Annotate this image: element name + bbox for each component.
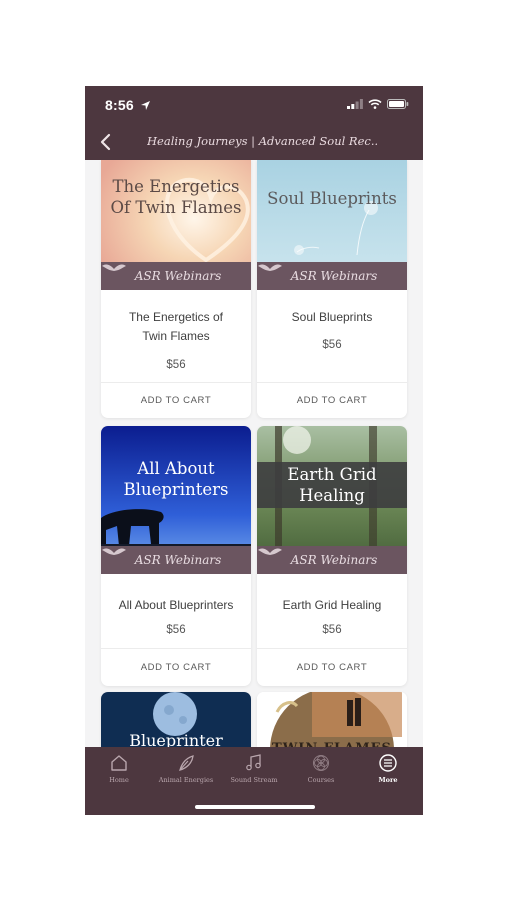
phone-screen: 8:56 Healing Journeys | Advanced Soul Re… xyxy=(85,86,423,815)
image-title-line-1: The Energetics xyxy=(112,177,240,196)
image-title-line-1: Blueprinter xyxy=(129,731,223,747)
product-name: All About Blueprinters xyxy=(118,598,234,612)
product-card-twin-flames[interactable]: TWIN FLAMES xyxy=(257,692,407,747)
product-price: $56 xyxy=(322,624,342,636)
card-divider xyxy=(101,382,251,383)
battery-icon xyxy=(387,99,409,109)
webinar-brand: ASR Webinars xyxy=(290,269,378,283)
status-bar: 8:56 xyxy=(85,86,423,124)
tab-sound-stream[interactable]: Sound Stream xyxy=(221,753,287,784)
tab-animal-energies[interactable]: Animal Energies xyxy=(153,753,219,784)
tab-label: Sound Stream xyxy=(230,776,278,784)
back-chevron-icon[interactable] xyxy=(97,132,117,152)
tab-label: Animal Energies xyxy=(158,776,214,784)
home-indicator[interactable] xyxy=(195,805,315,809)
more-icon xyxy=(379,754,397,772)
tab-courses[interactable]: Courses xyxy=(288,753,354,784)
image-title-line-2: Of Twin Flames xyxy=(110,198,242,217)
webinar-banner: ASR Webinars xyxy=(101,546,251,574)
product-name: Soul Blueprints xyxy=(291,310,373,324)
webinar-banner: ASR Webinars xyxy=(101,262,251,290)
image-title-line-2: Healing xyxy=(299,486,365,505)
webinar-banner: ASR Webinars xyxy=(257,262,407,290)
wifi-icon xyxy=(368,99,382,109)
status-time: 8:56 xyxy=(105,97,134,113)
card-divider xyxy=(101,648,251,649)
product-image: The Energetics Of Twin Flames ASR Webina… xyxy=(101,160,251,290)
image-title-line-1: TWIN FLAMES xyxy=(257,738,407,747)
tab-bar: Home Animal Energies Sound Stream Course… xyxy=(85,747,423,815)
mandala-icon xyxy=(313,755,329,771)
status-indicators xyxy=(347,99,409,109)
product-name: Earth Grid Healing xyxy=(282,598,382,612)
webinar-brand: ASR Webinars xyxy=(134,269,222,283)
card-divider xyxy=(257,648,407,649)
add-to-cart-button[interactable]: ADD TO CART xyxy=(257,395,407,406)
image-title-line-1: Earth Grid xyxy=(287,465,377,484)
home-icon xyxy=(111,755,127,771)
image-title-line-2: Blueprinters xyxy=(123,480,229,499)
signal-icon xyxy=(347,99,363,109)
card-divider xyxy=(257,382,407,383)
location-arrow-icon xyxy=(140,98,151,116)
page-title: Healing Journeys | Advanced Soul Rec... xyxy=(147,134,377,148)
product-card-energetics-twin-flames[interactable]: The Energetics Of Twin Flames ASR Webina… xyxy=(101,160,251,418)
image-title-line-1: All About xyxy=(137,459,215,478)
product-image: TWIN FLAMES xyxy=(257,692,407,747)
tab-label: Home xyxy=(109,776,129,784)
navigation-bar: Healing Journeys | Advanced Soul Rec... xyxy=(85,124,423,160)
webinar-banner: ASR Webinars xyxy=(257,546,407,574)
feather-icon xyxy=(179,755,194,771)
add-to-cart-button[interactable]: ADD TO CART xyxy=(257,662,407,673)
add-to-cart-button[interactable]: ADD TO CART xyxy=(101,395,251,406)
product-image: All About Blueprinters ASR Webinars xyxy=(101,426,251,574)
image-title-line-1: Soul Blueprints xyxy=(267,189,397,208)
product-card-all-about-blueprinters[interactable]: All About Blueprinters ASR Webinars All … xyxy=(101,426,251,686)
product-image: Soul Blueprints ASR Webinars xyxy=(257,160,407,290)
product-grid: The Energetics Of Twin Flames ASR Webina… xyxy=(85,160,423,747)
tab-label: Courses xyxy=(307,776,335,784)
product-image: Earth Grid Healing ASR Webinars xyxy=(257,426,407,574)
webinar-brand: ASR Webinars xyxy=(290,553,378,567)
webinar-brand: ASR Webinars xyxy=(134,553,222,567)
music-note-icon xyxy=(246,754,261,771)
product-image: Blueprinter xyxy=(101,692,251,747)
product-card-earth-grid-healing[interactable]: Earth Grid Healing ASR Webinars Earth Gr… xyxy=(257,426,407,686)
product-price: $56 xyxy=(166,624,186,636)
tab-label: More xyxy=(378,776,398,784)
add-to-cart-button[interactable]: ADD TO CART xyxy=(101,662,251,673)
tab-home[interactable]: Home xyxy=(86,753,152,784)
product-price: $56 xyxy=(166,359,186,371)
product-card-soul-blueprints[interactable]: Soul Blueprints ASR Webinars Soul Bluepr… xyxy=(257,160,407,418)
tab-more[interactable]: More xyxy=(355,753,421,784)
product-card-blueprinter[interactable]: Blueprinter xyxy=(101,692,251,747)
product-price: $56 xyxy=(322,339,342,351)
product-name: The Energetics of Twin Flames xyxy=(128,310,224,343)
